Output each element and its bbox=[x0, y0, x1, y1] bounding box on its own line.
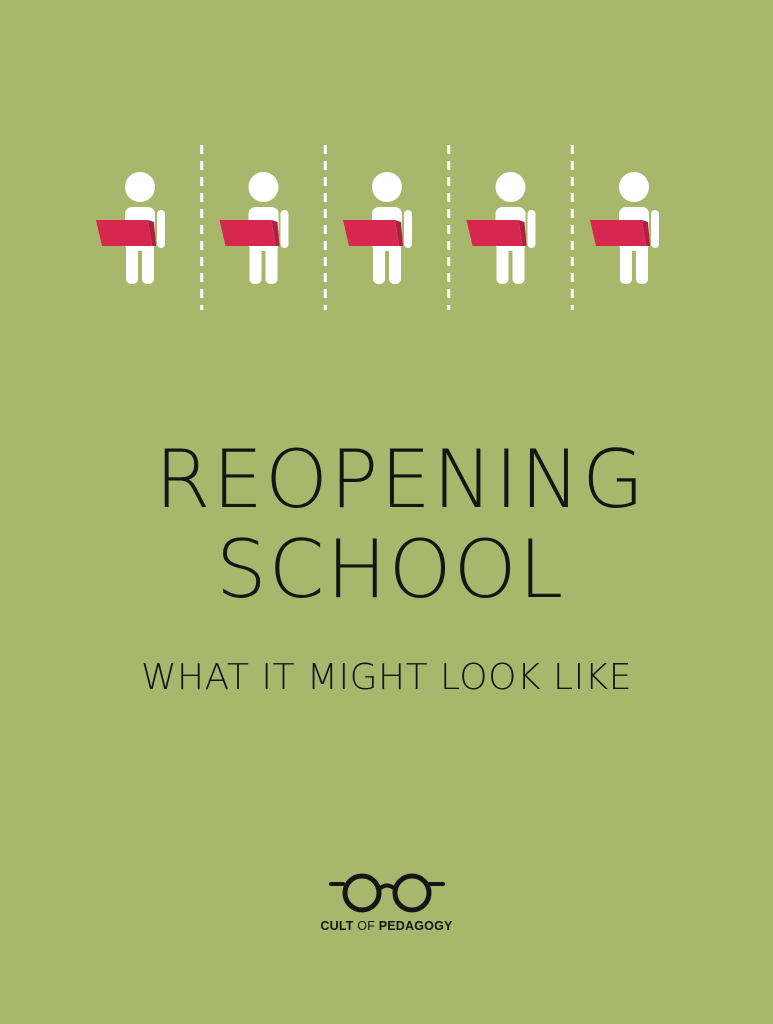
glasses-icon bbox=[329, 873, 445, 913]
brand-word-pedagogy: PEDAGOGY bbox=[378, 919, 453, 933]
title-line-2: SCHOOL bbox=[215, 523, 566, 616]
brand-wordmark: CULT OF PEDAGOGY bbox=[0, 919, 773, 933]
brand-word-of: OF bbox=[353, 919, 379, 933]
student-with-laptop-icon bbox=[343, 172, 412, 284]
brand-logo: CULT OF PEDAGOGY bbox=[0, 860, 773, 950]
student-with-laptop-icon bbox=[96, 172, 165, 284]
distanced-students-illustration bbox=[96, 145, 659, 310]
figure-group bbox=[96, 172, 659, 284]
brand-word-cult: CULT bbox=[320, 919, 354, 933]
poster: REOPENING SCHOOL WHAT IT MIGHT LOOK LIKE… bbox=[0, 0, 773, 1024]
student-with-laptop-icon bbox=[590, 172, 659, 284]
student-with-laptop-icon bbox=[219, 172, 289, 284]
student-with-laptop-icon bbox=[466, 172, 536, 284]
subtitle: WHAT IT MIGHT LOOK LIKE bbox=[140, 657, 633, 698]
title-line-1: REOPENING bbox=[154, 433, 647, 526]
